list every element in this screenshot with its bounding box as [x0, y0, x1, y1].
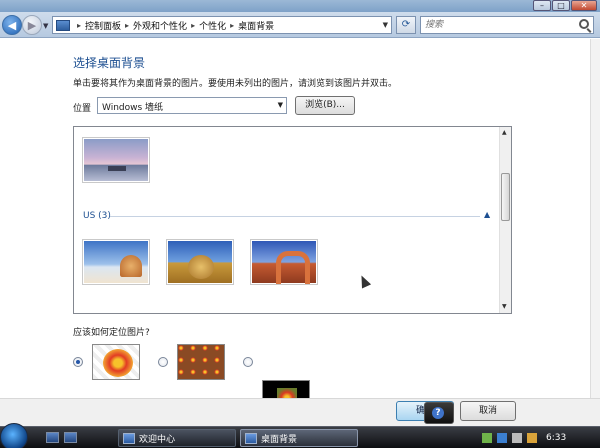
wallpaper-image [168, 241, 232, 283]
taskbar: 欢迎中心 桌面背景 6:33 [0, 423, 600, 448]
address-bar[interactable]: ▸ 控制面板 ▸ 外观和个性化 ▸ 个性化 ▸ 桌面背景 ▼ [52, 16, 392, 34]
wallpaper-gallery: US (3) ▲ ▲ ▼ [73, 126, 512, 314]
network-icon[interactable] [497, 433, 507, 443]
window-controls: – □ ✕ [533, 0, 597, 11]
scroll-up-icon[interactable]: ▲ [502, 129, 507, 136]
wallpaper-thumbnail[interactable] [250, 239, 318, 285]
taskbar-item-welcome-center[interactable]: 欢迎中心 [118, 429, 236, 447]
cancel-button[interactable]: 取消 [460, 401, 516, 421]
position-tile-image[interactable] [177, 344, 225, 380]
group-divider [110, 216, 480, 217]
dialog-button-bar: 确定 ? 取消 [0, 398, 600, 426]
location-select[interactable]: Windows 墙纸 ▼ [97, 97, 287, 114]
position-tile-radio[interactable] [158, 357, 168, 367]
maximize-button[interactable]: □ [552, 0, 570, 11]
scroll-down-icon[interactable]: ▼ [502, 303, 507, 310]
chevron-down-icon[interactable]: ▼ [278, 101, 283, 109]
breadcrumb-personalization[interactable]: 个性化 [199, 19, 226, 32]
forward-button[interactable]: ▶ [22, 15, 42, 35]
address-dropdown-icon[interactable]: ▼ [383, 21, 388, 29]
breadcrumb-control-panel[interactable]: 控制面板 [85, 19, 121, 32]
search-icon[interactable] [579, 19, 589, 29]
minimize-button[interactable]: – [533, 0, 551, 11]
wallpaper-image [84, 139, 148, 181]
gallery-scrollbar[interactable]: ▲ ▼ [499, 127, 511, 313]
search-box[interactable] [420, 16, 594, 34]
chevron-right-icon[interactable]: ▸ [191, 21, 195, 30]
window-icon [245, 432, 257, 444]
refresh-button[interactable]: ⟳ [396, 16, 416, 34]
position-question: 应该如何定位图片? [73, 328, 150, 338]
help-icon[interactable]: ? [432, 407, 444, 419]
wallpaper-image [84, 241, 148, 283]
page-description: 单击要将其作为桌面背景的图片。要使用未列出的图片，请浏览到该图片并双击。 [73, 79, 398, 89]
navigation-bar: ◀ ▶ ▼ ▸ 控制面板 ▸ 外观和个性化 ▸ 个性化 ▸ 桌面背景 ▼ ⟳ [0, 12, 600, 38]
wallpaper-image [252, 241, 316, 284]
system-tray: 6:33 [478, 429, 600, 447]
position-fill-radio[interactable] [73, 357, 83, 367]
wallpaper-thumbnail[interactable] [82, 239, 150, 285]
chevron-right-icon[interactable]: ▸ [125, 21, 129, 30]
page-scrollbar[interactable] [590, 39, 600, 398]
breadcrumb-desktop-background[interactable]: 桌面背景 [238, 19, 274, 32]
start-button[interactable] [0, 423, 28, 448]
window-icon [123, 432, 135, 444]
input-method-icon[interactable] [527, 433, 537, 443]
search-input[interactable] [421, 17, 571, 33]
browse-button[interactable]: 浏览(B)... [295, 96, 355, 115]
control-panel-icon [56, 19, 70, 31]
group-label: US (3) [83, 211, 111, 221]
recent-pages-dropdown-icon[interactable]: ▼ [43, 22, 48, 30]
scroll-thumb[interactable] [501, 173, 510, 221]
main-content: 选择桌面背景 单击要将其作为桌面背景的图片。要使用未列出的图片，请浏览到该图片并… [0, 39, 600, 416]
close-button[interactable]: ✕ [571, 0, 597, 11]
back-button[interactable]: ◀ [2, 15, 22, 35]
help-popup[interactable]: ? [424, 402, 454, 424]
taskbar-item-label: 欢迎中心 [139, 434, 176, 445]
title-bar: – □ ✕ [0, 0, 600, 12]
wallpaper-thumbnail[interactable] [166, 239, 234, 285]
page-title: 选择桌面背景 [73, 56, 146, 70]
location-select-value: Windows 墙纸 [102, 103, 164, 113]
taskbar-item-desktop-background[interactable]: 桌面背景 [240, 429, 358, 447]
chevron-right-icon[interactable]: ▸ [77, 21, 81, 30]
switch-windows-icon[interactable] [64, 432, 77, 443]
explorer-window: – □ ✕ ◀ ▶ ▼ ▸ 控制面板 ▸ 外观和个性化 ▸ 个性化 ▸ 桌面背景… [0, 0, 600, 426]
breadcrumb-appearance[interactable]: 外观和个性化 [133, 19, 187, 32]
position-fill-image[interactable] [92, 344, 140, 380]
security-icon[interactable] [482, 433, 492, 443]
chevron-right-icon[interactable]: ▸ [230, 21, 234, 30]
volume-icon[interactable] [512, 433, 522, 443]
taskbar-item-label: 桌面背景 [261, 434, 298, 445]
clock[interactable]: 6:33 [546, 433, 566, 443]
collapse-group-icon[interactable]: ▲ [484, 210, 490, 219]
wallpaper-thumbnail[interactable] [82, 137, 150, 183]
show-desktop-icon[interactable] [46, 432, 59, 443]
location-label: 位置 [73, 104, 92, 114]
position-center-radio[interactable] [243, 357, 253, 367]
